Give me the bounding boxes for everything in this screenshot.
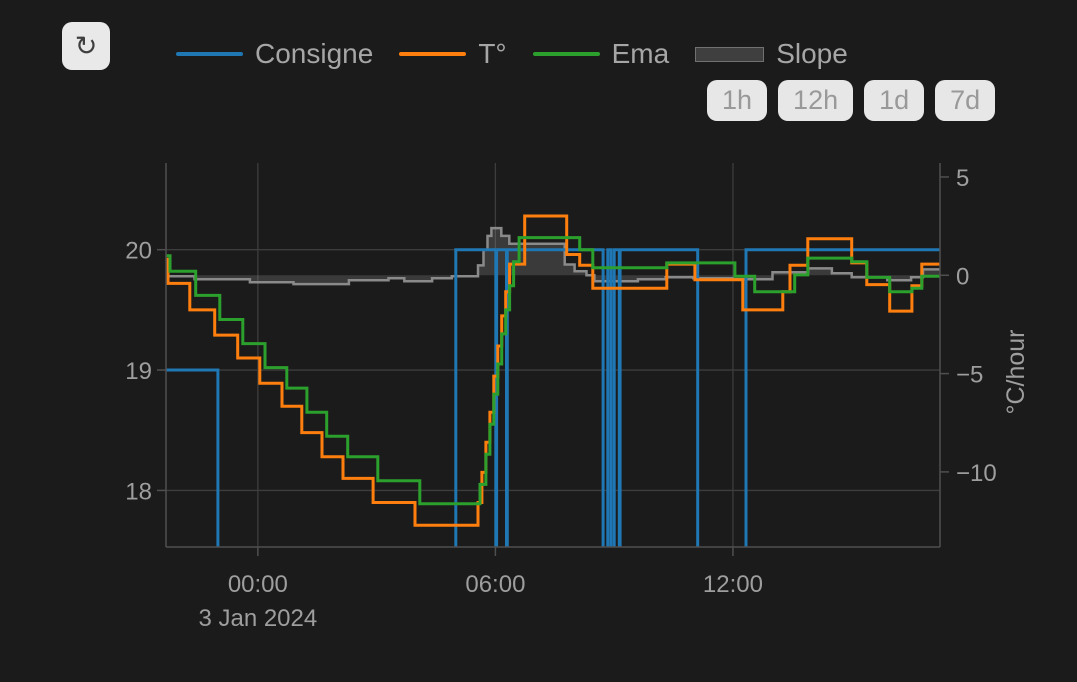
legend-item-consigne[interactable]: Consigne (176, 40, 399, 68)
legend-label: T° (478, 40, 506, 68)
y-right-tick-label: −5 (956, 362, 983, 389)
refresh-button[interactable]: ↻ (62, 22, 110, 70)
legend-label: Ema (612, 40, 670, 68)
legend-item-slope[interactable]: Slope (695, 40, 874, 68)
y-right-axis-title: °C/hour (1002, 329, 1030, 414)
y-left-tick-label: 20 (125, 238, 152, 265)
legend-swatch-line-icon (533, 52, 600, 56)
y-left-tick-label: 18 (125, 478, 152, 505)
x-tick-label: 00:00 (228, 571, 288, 598)
range-button-7d[interactable]: 7d (935, 80, 995, 121)
legend-label: Slope (776, 40, 848, 68)
y-right-tick-label: 5 (956, 165, 969, 192)
range-button-12h[interactable]: 12h (778, 80, 853, 121)
range-button-1h[interactable]: 1h (707, 80, 767, 121)
x-axis-date-label: 3 Jan 2024 (198, 605, 317, 632)
x-tick-label: 06:00 (465, 571, 525, 598)
range-buttons: 1h 12h 1d 7d (707, 80, 995, 121)
y-left-tick-label: 19 (125, 358, 152, 385)
chart-legend: Consigne T° Ema Slope (176, 39, 874, 69)
legend-swatch-area-icon (695, 47, 764, 62)
plot-area[interactable] (166, 163, 940, 547)
x-tick-label: 12:00 (703, 571, 763, 598)
legend-label: Consigne (255, 40, 373, 68)
app-root: 00:00 06:00 12:00 3 Jan 2024 20 19 18 5 0 −5 −10 °C… (0, 0, 1077, 682)
legend-swatch-line-icon (176, 52, 243, 56)
legend-swatch-line-icon (399, 52, 466, 56)
legend-item-ema[interactable]: Ema (533, 40, 696, 68)
y-right-tick-label: 0 (956, 263, 969, 290)
range-button-1d[interactable]: 1d (864, 80, 924, 121)
refresh-icon: ↻ (75, 31, 98, 62)
legend-item-t[interactable]: T° (399, 40, 532, 68)
y-right-tick-label: −10 (956, 460, 997, 487)
